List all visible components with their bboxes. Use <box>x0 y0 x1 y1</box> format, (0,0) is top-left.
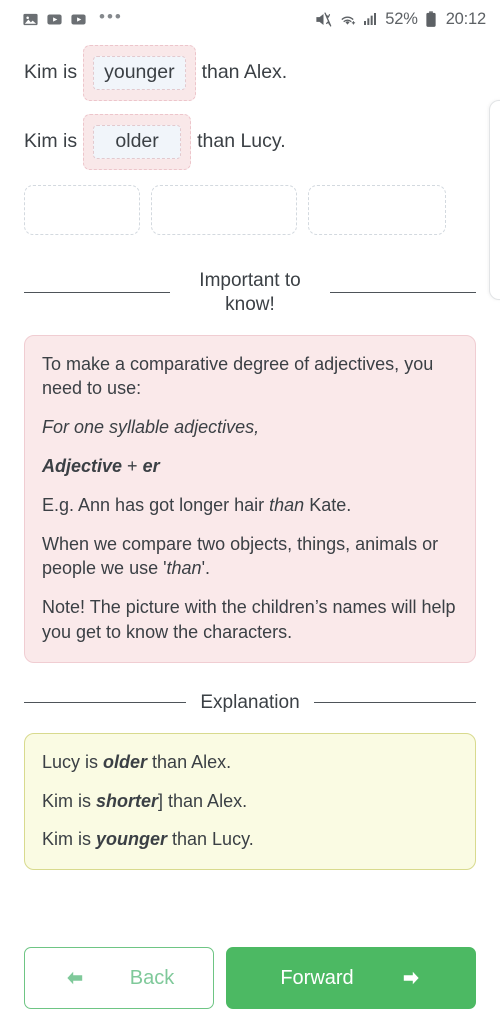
battery-icon <box>424 10 438 28</box>
text-run: than <box>269 494 305 515</box>
wifi-plus-icon <box>338 10 357 29</box>
text-run: When we compare two objects, things, ani… <box>42 533 439 579</box>
offscreen-side-panel <box>489 100 500 300</box>
video-play-icon-1 <box>46 11 63 28</box>
text-run: than Alex. <box>147 751 232 772</box>
dropzone-2[interactable] <box>151 185 297 235</box>
sentence-row: Kim is younger than Alex. <box>24 38 476 107</box>
important-divider: Important to know! <box>24 269 476 317</box>
explanation-line: Kim is shorter] than Alex. <box>42 789 458 814</box>
text-run: shorter <box>96 790 159 811</box>
important-info-box: To make a comparative degree of adjectiv… <box>24 334 476 663</box>
text-run: E.g. Ann has got longer hair <box>42 494 270 515</box>
text-run: ] than Alex. <box>158 790 248 811</box>
text-run: + <box>127 455 138 476</box>
explanation-box: Lucy is older than Alex. Kim is shorter]… <box>24 732 476 871</box>
sentence-suffix: than Lucy. <box>197 130 286 152</box>
divider-rule-right <box>313 702 477 704</box>
lesson-content: Kim is younger than Alex. Kim is older t… <box>0 38 500 871</box>
sentence-row: Kim is older than Lucy. <box>24 107 476 176</box>
divider-rule-left <box>24 702 187 704</box>
mute-vibrate-icon <box>314 10 333 29</box>
text-run: older <box>103 751 148 772</box>
arrow-left-icon <box>64 969 86 987</box>
sentence-prefix: Kim is <box>24 130 78 152</box>
explanation-divider-label: Explanation <box>200 691 300 713</box>
text-run: Note! The picture with the children’s na… <box>42 597 456 643</box>
battery-percent-label: 52% <box>385 9 418 28</box>
text-run: To make a comparative degree of adjectiv… <box>42 353 434 399</box>
image-icon <box>22 11 39 28</box>
important-paragraph: Adjective + er <box>42 454 458 479</box>
explanation-line: Kim is younger than Lucy. <box>42 827 458 852</box>
word-bank <box>24 185 476 235</box>
important-paragraph: Note! The picture with the children’s na… <box>42 595 458 645</box>
status-bar: ••• 52% 20:12 <box>0 0 500 38</box>
important-paragraph: To make a comparative degree of adjectiv… <box>42 352 458 402</box>
important-paragraph: For one syllable adjectives, <box>42 415 458 440</box>
important-paragraph: When we compare two objects, things, ani… <box>42 532 458 582</box>
text-run: er <box>137 455 160 476</box>
text-run: For one syllable adjectives, <box>42 417 260 438</box>
forward-button[interactable]: Forward <box>226 947 476 1009</box>
important-paragraph: E.g. Ann has got longer hair than Kate. <box>42 493 458 518</box>
navigation-footer: Back Forward <box>0 947 500 1009</box>
back-button-label: Back <box>129 966 175 989</box>
cellular-signal-icon <box>362 11 378 27</box>
text-run: Kim is <box>42 829 96 850</box>
sentence-list: Kim is younger than Alex. Kim is older t… <box>24 38 476 176</box>
explanation-line: Lucy is older than Alex. <box>42 750 458 775</box>
dropzone-1[interactable] <box>24 185 140 235</box>
status-bar-notification-icons: ••• <box>22 6 123 28</box>
dropzone-3[interactable] <box>308 185 446 235</box>
back-button[interactable]: Back <box>24 947 214 1009</box>
answer-slot-1[interactable]: younger <box>83 44 196 101</box>
explanation-divider: Explanation <box>24 691 477 715</box>
important-divider-label: Important to know! <box>199 270 301 315</box>
text-run: than <box>166 558 202 579</box>
forward-button-label: Forward <box>280 966 354 989</box>
sentence-suffix: than Alex. <box>201 61 288 83</box>
sentence-prefix: Kim is <box>24 61 78 83</box>
video-play-icon-2 <box>70 11 87 28</box>
answer-chip-label[interactable]: younger <box>93 55 186 90</box>
text-run: Kim is <box>42 790 96 811</box>
arrow-right-icon <box>400 969 422 987</box>
status-bar-overflow-icon: ••• <box>99 6 123 26</box>
answer-chip-label[interactable]: older <box>93 124 182 159</box>
status-bar-system-icons: 52% 20:12 <box>314 10 486 29</box>
text-run: Lucy is <box>42 751 104 772</box>
text-run: Kate. <box>304 494 352 515</box>
text-run: than Lucy. <box>167 829 254 850</box>
answer-slot-2[interactable]: older <box>83 113 192 170</box>
text-run: '. <box>201 558 211 579</box>
divider-rule-right <box>330 292 476 294</box>
clock-label: 20:12 <box>445 9 486 28</box>
text-run: younger <box>96 829 168 850</box>
divider-rule-left <box>24 292 170 294</box>
text-run: Adjective <box>42 455 128 476</box>
